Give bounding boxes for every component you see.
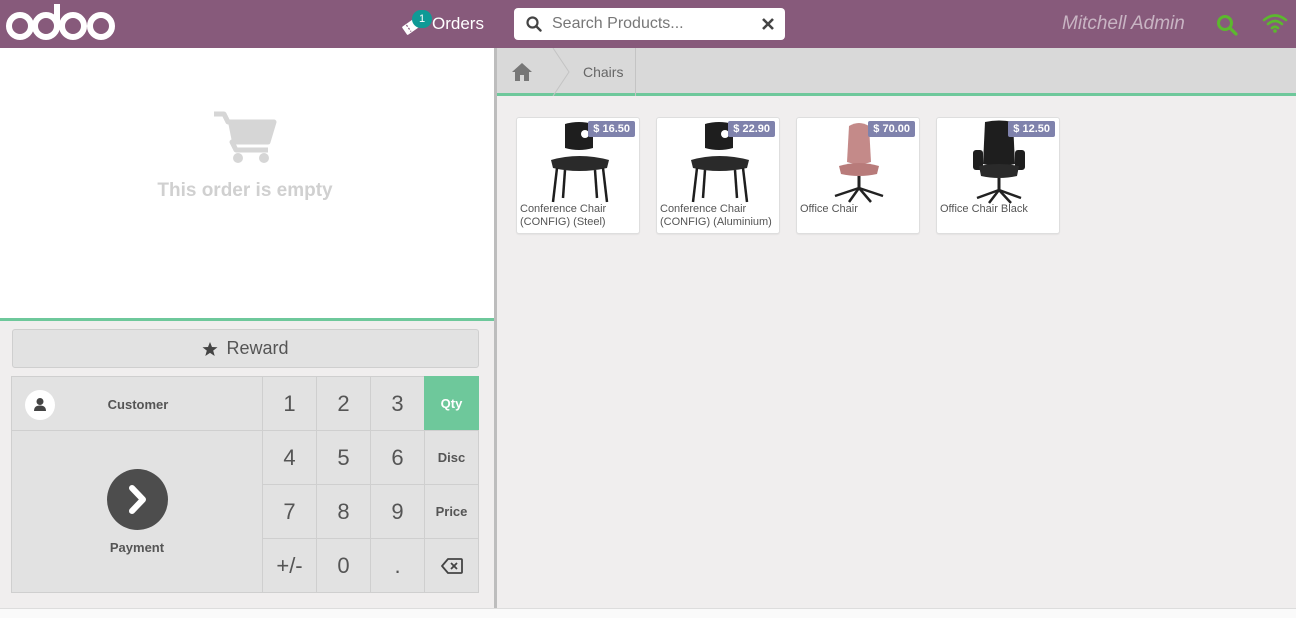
wifi-icon[interactable] [1262, 12, 1288, 34]
star-icon [202, 341, 218, 356]
customer-button[interactable]: Customer [11, 376, 263, 431]
mode-price-button[interactable]: Price [424, 484, 479, 539]
backspace-icon [440, 557, 463, 574]
customer-label: Customer [107, 397, 169, 412]
product-card[interactable]: $ 22.90 Conference Chair (CONFIG) (Alumi… [656, 117, 780, 234]
bottom-bar [0, 608, 1296, 618]
payment-button[interactable]: Payment [11, 430, 263, 593]
numpad-key-dot[interactable]: . [370, 538, 425, 593]
numpad-key-7[interactable]: 7 [262, 484, 317, 539]
search-box [514, 8, 785, 40]
numpad-key-0[interactable]: 0 [316, 538, 371, 593]
breadcrumb-end-divider [635, 48, 636, 96]
breadcrumb-chairs[interactable]: Chairs [583, 64, 623, 80]
numpad-key-8[interactable]: 8 [316, 484, 371, 539]
chevron-right-icon [129, 485, 146, 514]
top-bar: 1 Orders Mitchell Admin [0, 0, 1296, 48]
breadcrumb: Chairs [497, 48, 1296, 96]
numpad-key-5[interactable]: 5 [316, 430, 371, 485]
search-products-input[interactable] [552, 11, 752, 37]
product-pane: Chairs $ 16.50 Conference Chair (CONFIG)… [497, 48, 1296, 608]
price-badge: $ 12.50 [1008, 121, 1055, 137]
numpad-key-9[interactable]: 9 [370, 484, 425, 539]
price-badge: $ 22.90 [728, 121, 775, 137]
pane-divider [0, 318, 494, 321]
breadcrumb-separator [552, 48, 570, 96]
numpad-key-6[interactable]: 6 [370, 430, 425, 485]
product-name: Conference Chair (CONFIG) (Aluminium) [660, 203, 772, 228]
product-card[interactable]: $ 70.00 Office Chair [796, 117, 920, 234]
user-name[interactable]: Mitchell Admin [1062, 13, 1185, 35]
orders-button[interactable]: 1 Orders [400, 10, 484, 38]
mode-disc-button[interactable]: Disc [424, 430, 479, 485]
numpad-key-plus-minus[interactable]: +/- [262, 538, 317, 593]
price-badge: $ 16.50 [588, 121, 635, 137]
numpad-key-1[interactable]: 1 [262, 376, 317, 431]
product-card[interactable]: $ 16.50 Conference Chair (CONFIG) (Steel… [516, 117, 640, 234]
numpad-key-3[interactable]: 3 [370, 376, 425, 431]
backspace-button[interactable] [424, 538, 479, 593]
clear-search-icon[interactable] [761, 17, 775, 31]
cart-icon [214, 111, 277, 163]
reward-button[interactable]: Reward [12, 329, 479, 368]
search-icon [526, 16, 542, 32]
product-name: Office Chair [800, 203, 858, 215]
price-badge: $ 70.00 [868, 121, 915, 137]
order-pane: This order is empty Reward Customer Paym… [0, 48, 497, 618]
numpad-key-4[interactable]: 4 [262, 430, 317, 485]
payment-label: Payment [109, 540, 165, 555]
search-icon[interactable] [1216, 14, 1238, 36]
control-pad: Customer Payment 1 2 3 Qty 4 5 6 Disc 7 … [11, 376, 479, 593]
reward-label: Reward [226, 338, 289, 358]
order-lines-area: This order is empty [0, 48, 494, 318]
home-icon[interactable] [511, 62, 533, 82]
product-name: Conference Chair (CONFIG) (Steel) [520, 203, 607, 228]
odoo-logo [6, 4, 115, 40]
numpad-key-2[interactable]: 2 [316, 376, 371, 431]
orders-count-badge: 1 [412, 10, 432, 28]
empty-order-message: This order is empty [157, 180, 333, 201]
product-name: Office Chair Black [940, 203, 1028, 215]
product-card[interactable]: $ 12.50 Office Chair Black [936, 117, 1060, 234]
payment-circle [107, 469, 168, 530]
orders-label: Orders [432, 14, 484, 33]
mode-qty-button[interactable]: Qty [424, 376, 479, 431]
